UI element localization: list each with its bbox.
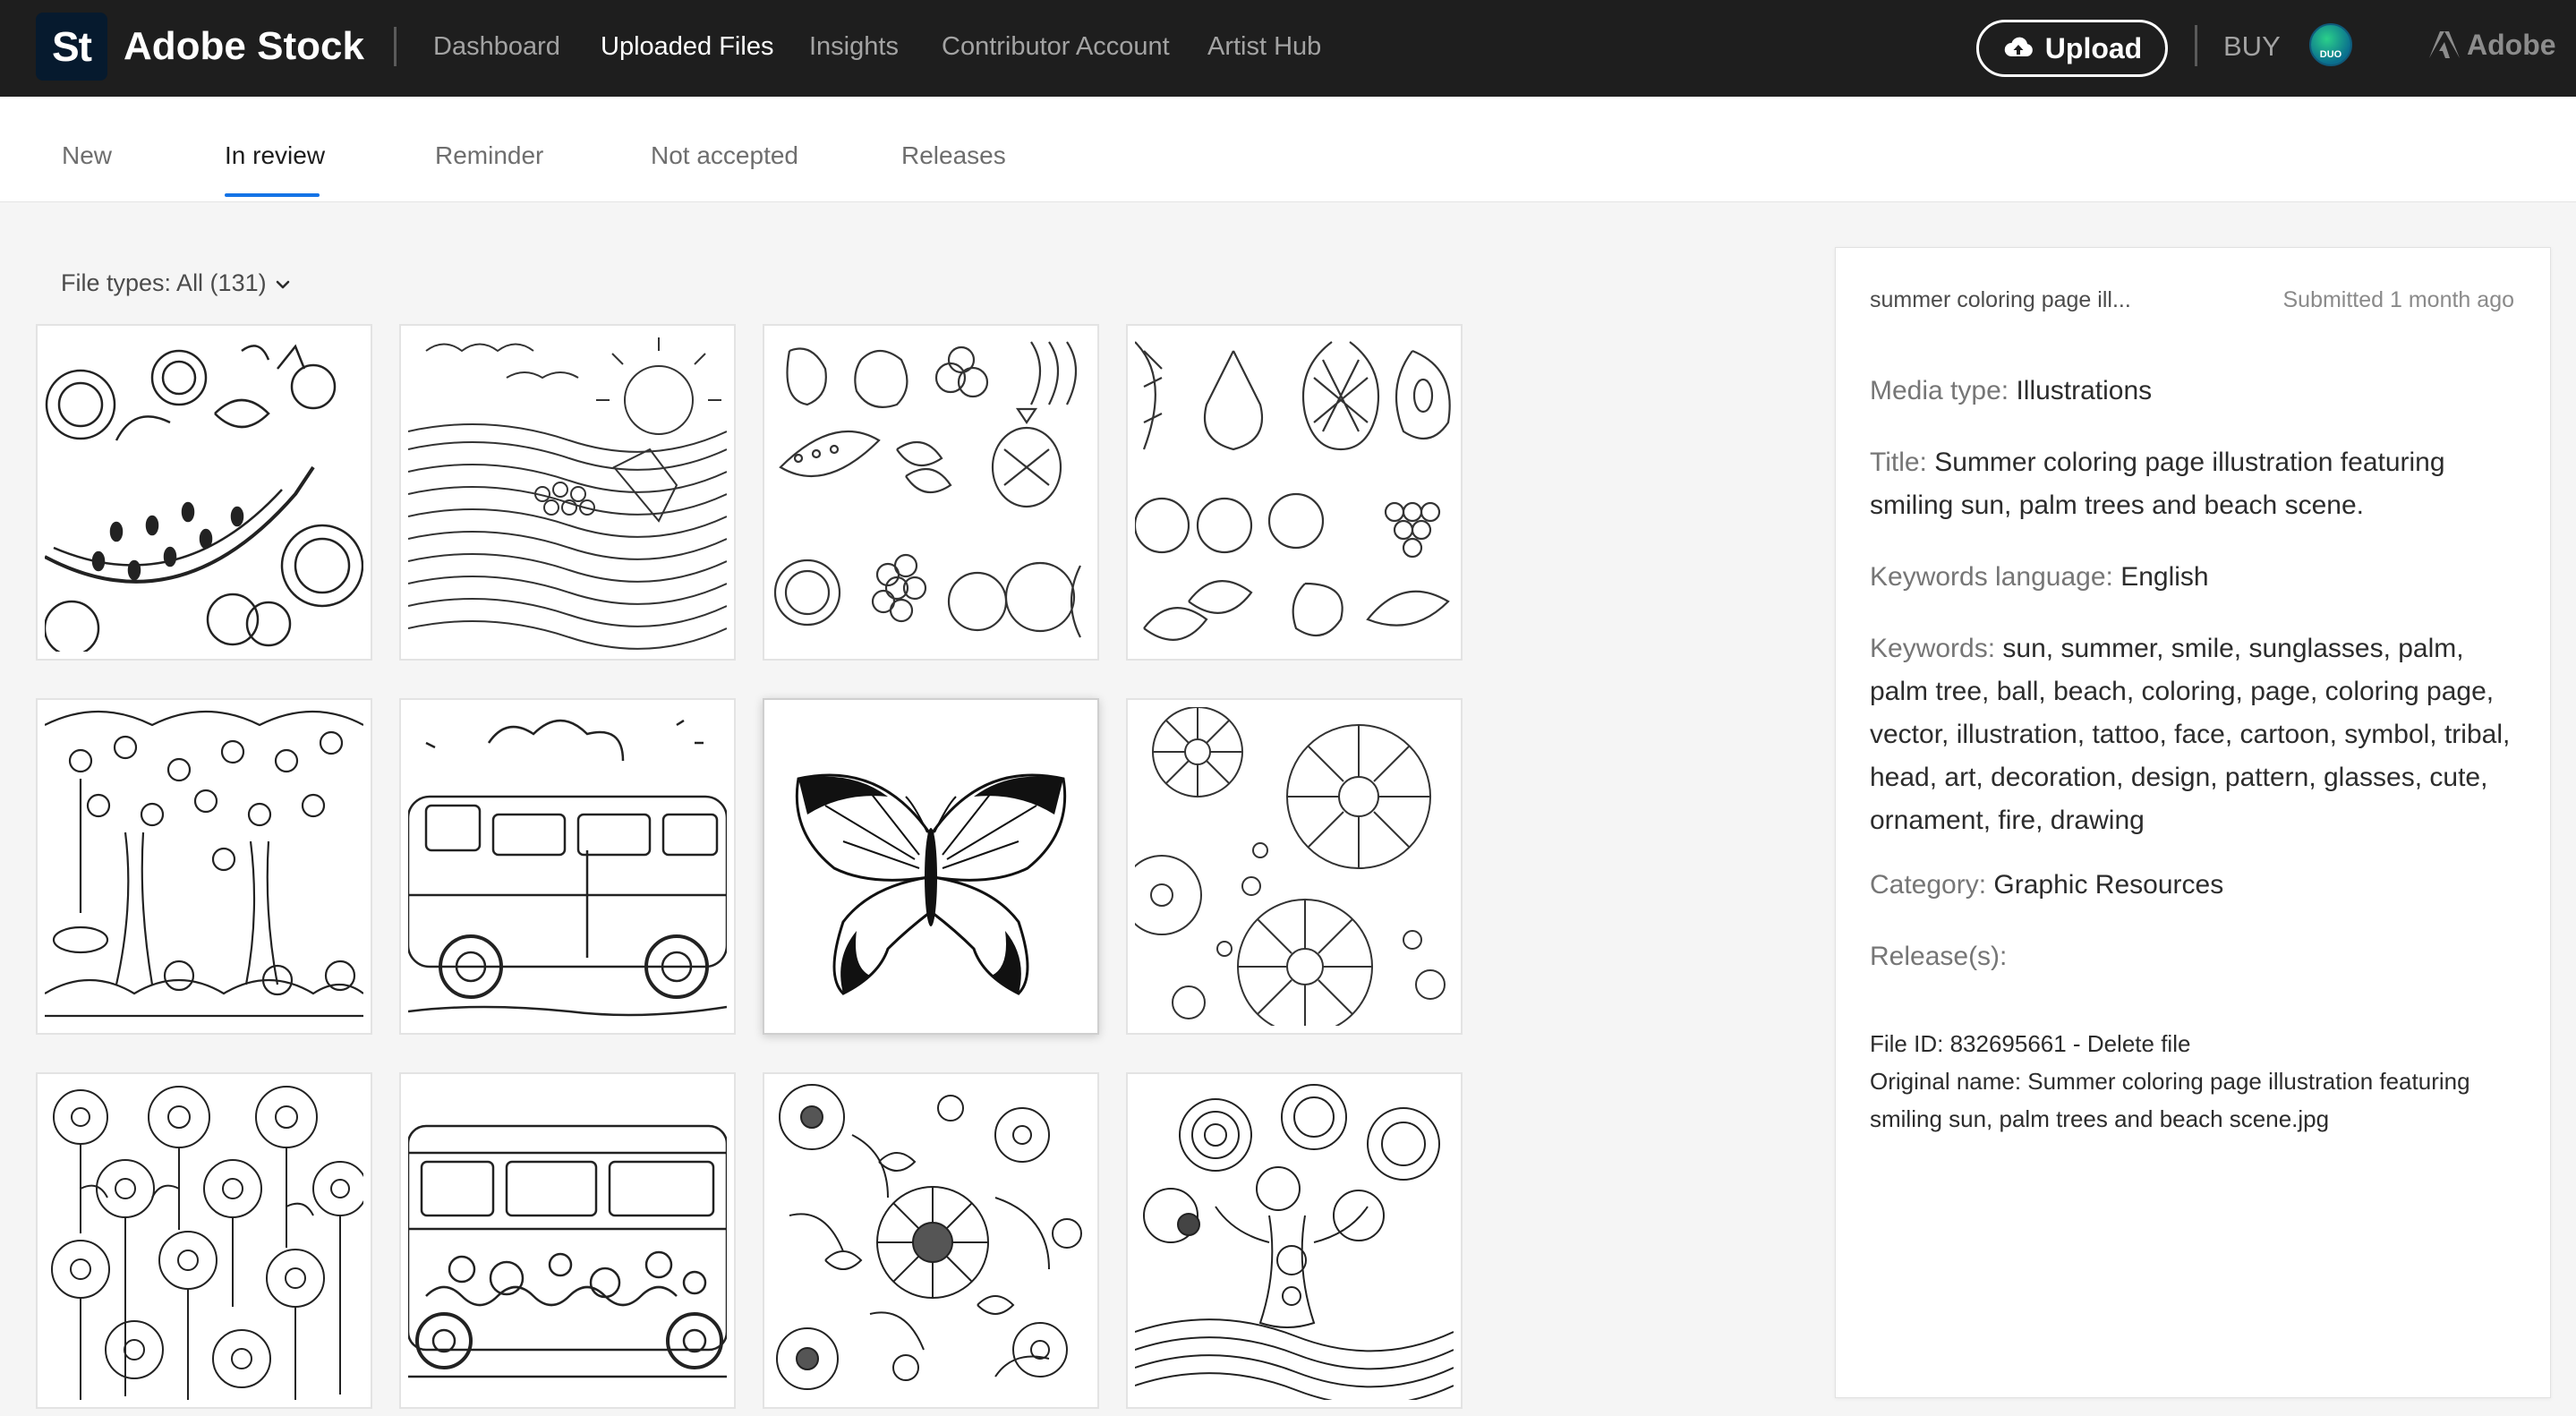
active-tab-indicator [225, 193, 320, 197]
mandala-tree-image [1135, 1084, 1454, 1400]
file-details-panel: summer coloring page ill... Submitted 1 … [1835, 247, 2551, 1398]
upload-button[interactable]: Upload [1976, 20, 2168, 77]
fruit-collection-image [1135, 341, 1451, 641]
thumbnail-daisy-pattern[interactable] [1126, 698, 1463, 1035]
file-id-line: File ID: 832695661 - Delete file [1870, 1025, 2523, 1062]
thumbnail-sunrise-landscape[interactable] [399, 324, 736, 661]
nav-dashboard[interactable]: Dashboard [433, 27, 560, 66]
tab-new[interactable]: New [62, 138, 112, 174]
chevron-down-icon [276, 280, 289, 289]
nav-uploaded-files[interactable]: Uploaded Files [601, 27, 773, 66]
top-bar: St Adobe Stock Dashboard Uploaded Files … [0, 0, 2576, 97]
nav-contributor-account[interactable]: Contributor Account [942, 27, 1170, 66]
keywords-label: Keywords: [1870, 634, 1996, 663]
title-value: Summer coloring page illustration featur… [1870, 448, 2445, 520]
fruit-pattern-image [773, 341, 1081, 638]
keywords-language-field: Keywords language: English [1870, 556, 2523, 599]
tab-in-review[interactable]: In review [225, 138, 325, 174]
keywords-value: sun, summer, smile, sunglasses, palm, pa… [1870, 634, 2511, 835]
thumbnail-sunflower-pattern[interactable] [763, 1072, 1099, 1409]
butterfly-image [795, 773, 1067, 995]
header-divider [394, 27, 397, 66]
brand-name[interactable]: Adobe Stock [124, 20, 364, 73]
releases-field: Release(s): [1870, 935, 2523, 978]
daisy-pattern-image [1135, 707, 1446, 1026]
file-type-filter[interactable]: File types: All (131) [61, 265, 292, 301]
cloud-upload-icon [2004, 37, 2033, 56]
tab-reminder[interactable]: Reminder [435, 138, 543, 174]
thumbnail-decorated-van[interactable] [399, 1072, 736, 1409]
sunrise-landscape-image [408, 337, 727, 650]
media-type-label: Media type: [1870, 376, 2009, 405]
media-type-value: Illustrations [2016, 376, 2153, 405]
status-tab-bar: New In review Reminder Not accepted Rele… [0, 97, 2576, 202]
buy-link[interactable]: BUY [2223, 27, 2281, 66]
file-short-title: summer coloring page ill... [1870, 287, 2131, 312]
adobe-stock-logo[interactable]: St [36, 13, 107, 81]
camper-van-image [408, 719, 727, 1017]
tab-releases[interactable]: Releases [901, 138, 1006, 174]
thumbnail-butterfly[interactable] [763, 698, 1099, 1035]
tab-not-accepted[interactable]: Not accepted [651, 138, 798, 174]
file-type-filter-label: File types: All (131) [61, 269, 267, 296]
releases-label: Release(s): [1870, 942, 2008, 971]
adobe-link[interactable]: Adobe [2429, 25, 2556, 64]
upload-label: Upload [2044, 31, 2143, 64]
delete-file-link[interactable]: Delete file [2087, 1030, 2191, 1057]
category-field: Category: Graphic Resources [1870, 864, 2523, 907]
submitted-date: Submitted 1 month ago [2282, 287, 2515, 312]
user-avatar[interactable]: DUO [2309, 23, 2352, 66]
media-type-field: Media type: Illustrations [1870, 370, 2523, 413]
thumbnail-fruit-trees[interactable] [36, 698, 372, 1035]
daisy-field-image [51, 1086, 363, 1400]
file-id: File ID: 832695661 - [1870, 1030, 2087, 1057]
header-divider-2 [2195, 25, 2197, 66]
nav-artist-hub[interactable]: Artist Hub [1207, 27, 1321, 66]
thumbnail-mandala-tree[interactable] [1126, 1072, 1463, 1409]
keywords-language-value: English [2120, 562, 2209, 592]
decorated-van-image [408, 1124, 727, 1378]
adobe-logo-icon [2429, 31, 2460, 58]
thumbnail-camper-van[interactable] [399, 698, 736, 1035]
category-label: Category: [1870, 870, 1987, 900]
thumbnail-fruit-pattern[interactable] [763, 324, 1099, 661]
title-label: Title: [1870, 448, 1927, 477]
nav-insights[interactable]: Insights [809, 27, 899, 66]
fruit-trees-image [45, 710, 363, 1018]
sunflower-pattern-image [776, 1084, 1082, 1390]
thumbnail-daisy-field[interactable] [36, 1072, 372, 1409]
original-name: Original name: Summer coloring page illu… [1870, 1068, 2470, 1132]
fruit-mandala-image [45, 344, 363, 652]
title-field: Title: Summer coloring page illustration… [1870, 441, 2523, 527]
adobe-label: Adobe [2467, 29, 2556, 61]
category-value: Graphic Resources [1993, 870, 2224, 900]
keywords-language-label: Keywords language: [1870, 562, 2113, 592]
thumbnail-fruit-collection[interactable] [1126, 324, 1463, 661]
keywords-field: Keywords: sun, summer, smile, sunglasses… [1870, 627, 2523, 842]
thumbnail-fruit-mandala[interactable] [36, 324, 372, 661]
